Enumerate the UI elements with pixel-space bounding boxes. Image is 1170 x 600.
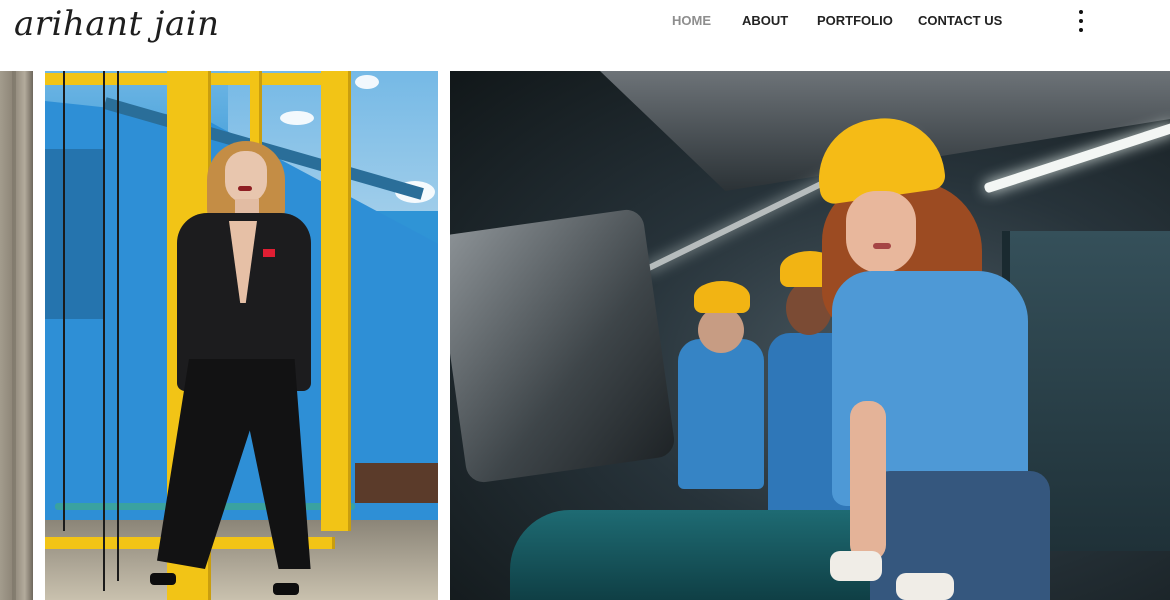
- worker-one-face: [698, 307, 744, 353]
- woman-lips: [873, 243, 891, 249]
- site-logo[interactable]: arihant jain: [14, 4, 220, 44]
- woman-face: [846, 191, 916, 273]
- gallery-photo-fashion[interactable]: [45, 71, 438, 600]
- photo-cloud: [355, 75, 379, 89]
- gallery-photo-partial[interactable]: [0, 71, 33, 600]
- menu-dot: [1079, 28, 1083, 32]
- photo-cloud: [280, 111, 314, 125]
- scaffold-post: [321, 71, 351, 531]
- model-face: [225, 151, 267, 203]
- photo-window: [45, 149, 105, 319]
- photo-machine-part: [450, 207, 677, 485]
- worker-one-shirt: [678, 339, 764, 489]
- woman-glove: [830, 551, 882, 581]
- model-shoe: [150, 573, 176, 585]
- photo-texture: [12, 71, 16, 600]
- model-pocket-square: [263, 249, 275, 257]
- menu-dot: [1079, 10, 1083, 14]
- photo-debris: [355, 463, 438, 503]
- nav-about-link[interactable]: ABOUT: [742, 13, 788, 28]
- menu-dot: [1079, 19, 1083, 23]
- vertical-ellipsis-icon[interactable]: [1072, 8, 1090, 36]
- model-shoe: [273, 583, 299, 595]
- nav-portfolio-link[interactable]: PORTFOLIO: [817, 13, 893, 28]
- worker-one-helmet: [694, 281, 750, 313]
- woman-glove: [896, 573, 954, 600]
- nav-contact-link[interactable]: CONTACT US: [918, 13, 1002, 28]
- model-lips: [238, 186, 252, 191]
- woman-arm: [850, 401, 886, 561]
- scaffold-cable: [117, 71, 119, 581]
- scaffold-cable: [103, 71, 105, 591]
- photo-gallery: [0, 71, 1170, 600]
- site-header: arihant jain HOME ABOUT PORTFOLIO CONTAC…: [0, 0, 1170, 71]
- nav-home-link[interactable]: HOME: [672, 13, 711, 28]
- gallery-photo-industrial[interactable]: [450, 71, 1170, 600]
- scaffold-cable: [63, 71, 65, 531]
